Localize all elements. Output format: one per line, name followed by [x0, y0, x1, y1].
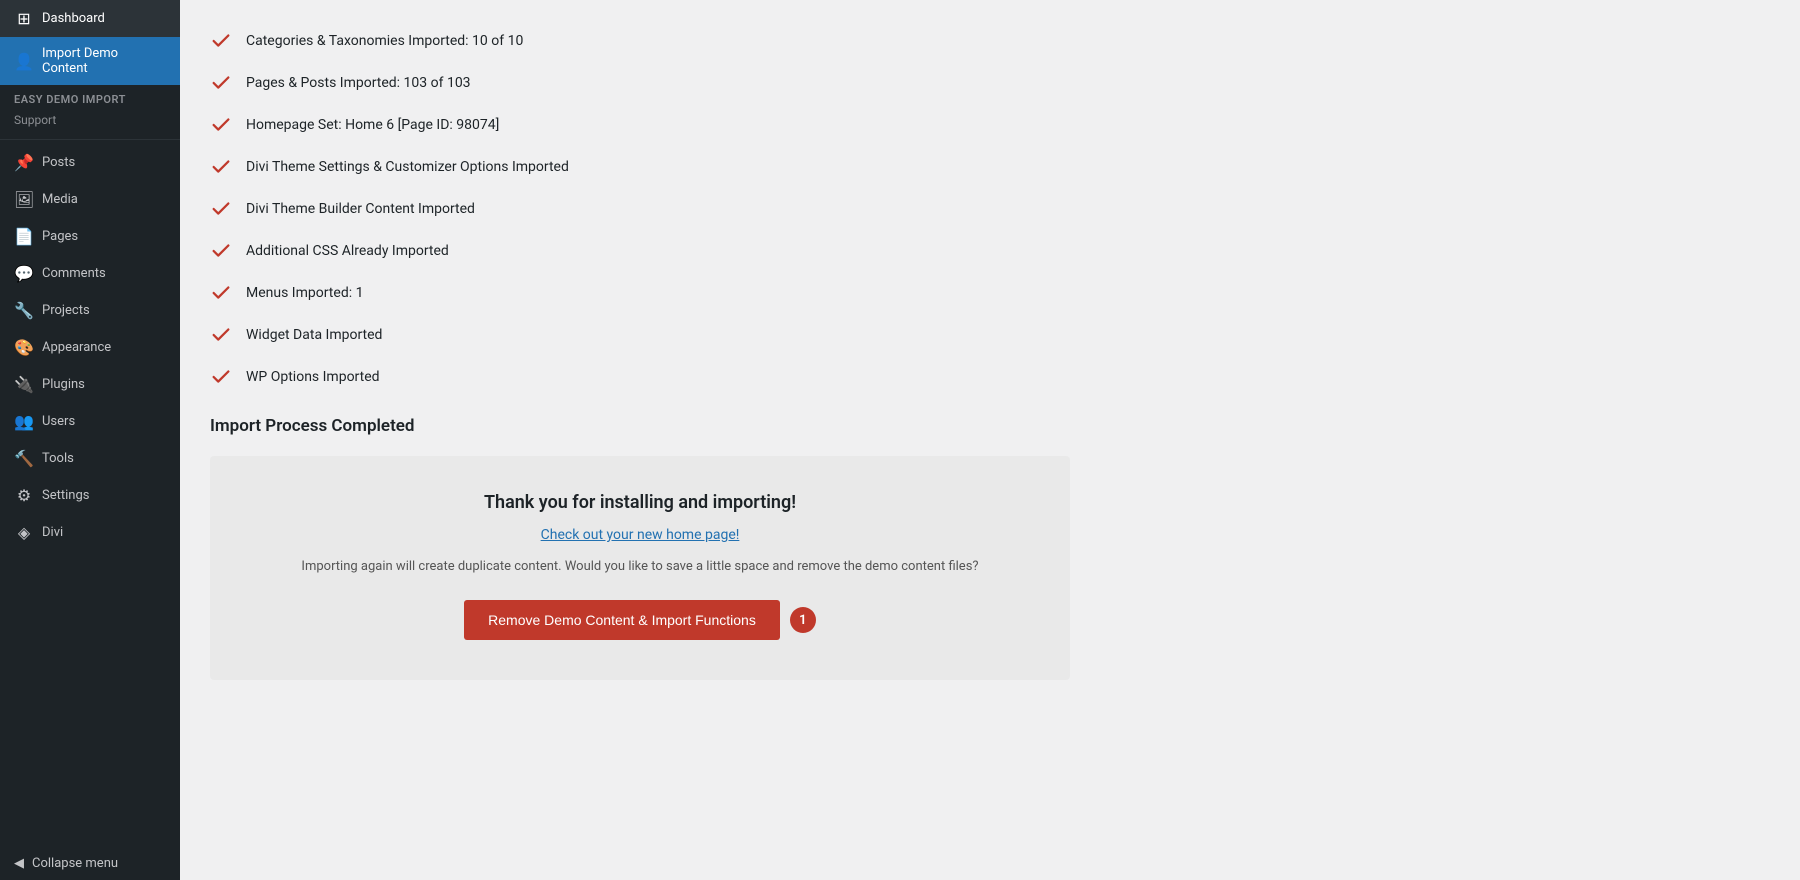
check-item-label: Menus Imported: 1 — [246, 285, 363, 301]
check-item-label: WP Options Imported — [246, 369, 380, 385]
checkmark-icon — [210, 114, 232, 136]
sidebar-item-settings[interactable]: ⚙ Settings — [0, 477, 180, 514]
duplicate-note: Importing again will create duplicate co… — [240, 559, 1040, 574]
sidebar-item-media[interactable]: 🖼 Media — [0, 181, 180, 218]
remove-demo-button[interactable]: Remove Demo Content & Import Functions — [464, 600, 780, 640]
main-content: Categories & Taxonomies Imported: 10 of … — [180, 0, 1800, 880]
tools-icon: 🔨 — [14, 449, 34, 468]
check-item-label: Additional CSS Already Imported — [246, 243, 449, 259]
media-icon: 🖼 — [14, 190, 34, 209]
sidebar-item-projects[interactable]: 🔧 Projects — [0, 292, 180, 329]
checkmark-icon — [210, 156, 232, 178]
check-item: WP Options Imported — [210, 356, 1770, 398]
sidebar-item-tools[interactable]: 🔨 Tools — [0, 440, 180, 477]
sidebar-item-posts[interactable]: 📌 Posts — [0, 144, 180, 181]
check-item-label: Pages & Posts Imported: 103 of 103 — [246, 75, 471, 91]
check-item-label: Divi Theme Builder Content Imported — [246, 201, 475, 217]
sidebar-support-label[interactable]: Support — [0, 110, 180, 135]
checkmark-icon — [210, 282, 232, 304]
checkmark-icon — [210, 30, 232, 52]
collapse-icon: ◀ — [14, 856, 24, 871]
check-item-label: Divi Theme Settings & Customizer Options… — [246, 159, 569, 175]
sidebar-item-appearance-label: Appearance — [42, 340, 111, 355]
import-complete-heading: Import Process Completed — [210, 416, 1770, 436]
thank-you-text: Thank you for installing and importing! — [240, 492, 1040, 513]
sidebar-item-projects-label: Projects — [42, 303, 90, 318]
home-page-link[interactable]: Check out your new home page! — [240, 527, 1040, 543]
sidebar: ⊞ Dashboard 👤 Import Demo Content Easy D… — [0, 0, 180, 880]
dashboard-icon: ⊞ — [14, 9, 34, 28]
posts-icon: 📌 — [14, 153, 34, 172]
sidebar-item-dashboard-label: Dashboard — [42, 11, 105, 26]
import-demo-icon: 👤 — [14, 52, 34, 71]
sidebar-item-posts-label: Posts — [42, 155, 75, 170]
completion-box: Thank you for installing and importing! … — [210, 456, 1070, 680]
sidebar-divider-1 — [0, 139, 180, 140]
settings-icon: ⚙ — [14, 486, 34, 505]
checkmark-icon — [210, 324, 232, 346]
check-item: Divi Theme Settings & Customizer Options… — [210, 146, 1770, 188]
sidebar-item-comments-label: Comments — [42, 266, 106, 281]
sidebar-item-plugins[interactable]: 🔌 Plugins — [0, 366, 180, 403]
check-item: Divi Theme Builder Content Imported — [210, 188, 1770, 230]
sidebar-item-divi[interactable]: ◈ Divi — [0, 514, 180, 551]
sidebar-item-plugins-label: Plugins — [42, 377, 85, 392]
projects-icon: 🔧 — [14, 301, 34, 320]
pages-icon: 📄 — [14, 227, 34, 246]
sidebar-item-users[interactable]: 👥 Users — [0, 403, 180, 440]
badge-count: 1 — [790, 607, 816, 633]
sidebar-item-divi-label: Divi — [42, 525, 63, 540]
check-item-label: Widget Data Imported — [246, 327, 382, 343]
sidebar-item-import-demo-label: Import Demo Content — [42, 46, 166, 76]
sidebar-item-comments[interactable]: 💬 Comments — [0, 255, 180, 292]
sidebar-collapse-menu[interactable]: ◀ Collapse menu — [0, 847, 180, 880]
comments-icon: 💬 — [14, 264, 34, 283]
sidebar-item-import-demo[interactable]: 👤 Import Demo Content — [0, 37, 180, 85]
sidebar-item-pages[interactable]: 📄 Pages — [0, 218, 180, 255]
sidebar-collapse-label: Collapse menu — [32, 856, 118, 871]
check-item-label: Categories & Taxonomies Imported: 10 of … — [246, 33, 523, 49]
check-item: Pages & Posts Imported: 103 of 103 — [210, 62, 1770, 104]
appearance-icon: 🎨 — [14, 338, 34, 357]
sidebar-item-tools-label: Tools — [42, 451, 74, 466]
check-item: Widget Data Imported — [210, 314, 1770, 356]
checkmark-icon — [210, 72, 232, 94]
sidebar-item-settings-label: Settings — [42, 488, 89, 503]
sidebar-item-pages-label: Pages — [42, 229, 78, 244]
checkmark-icon — [210, 240, 232, 262]
check-items-list: Categories & Taxonomies Imported: 10 of … — [210, 20, 1770, 398]
divi-icon: ◈ — [14, 523, 34, 542]
remove-button-wrapper: Remove Demo Content & Import Functions 1 — [240, 600, 1040, 640]
check-item: Additional CSS Already Imported — [210, 230, 1770, 272]
check-item: Menus Imported: 1 — [210, 272, 1770, 314]
sidebar-item-dashboard[interactable]: ⊞ Dashboard — [0, 0, 180, 37]
users-icon: 👥 — [14, 412, 34, 431]
sidebar-item-appearance[interactable]: 🎨 Appearance — [0, 329, 180, 366]
check-item: Categories & Taxonomies Imported: 10 of … — [210, 20, 1770, 62]
check-item-label: Homepage Set: Home 6 [Page ID: 98074] — [246, 117, 499, 133]
plugins-icon: 🔌 — [14, 375, 34, 394]
checkmark-icon — [210, 198, 232, 220]
sidebar-item-users-label: Users — [42, 414, 75, 429]
checkmark-icon — [210, 366, 232, 388]
check-item: Homepage Set: Home 6 [Page ID: 98074] — [210, 104, 1770, 146]
sidebar-item-media-label: Media — [42, 192, 78, 207]
easy-demo-import-section-label: Easy Demo Import — [0, 85, 180, 110]
